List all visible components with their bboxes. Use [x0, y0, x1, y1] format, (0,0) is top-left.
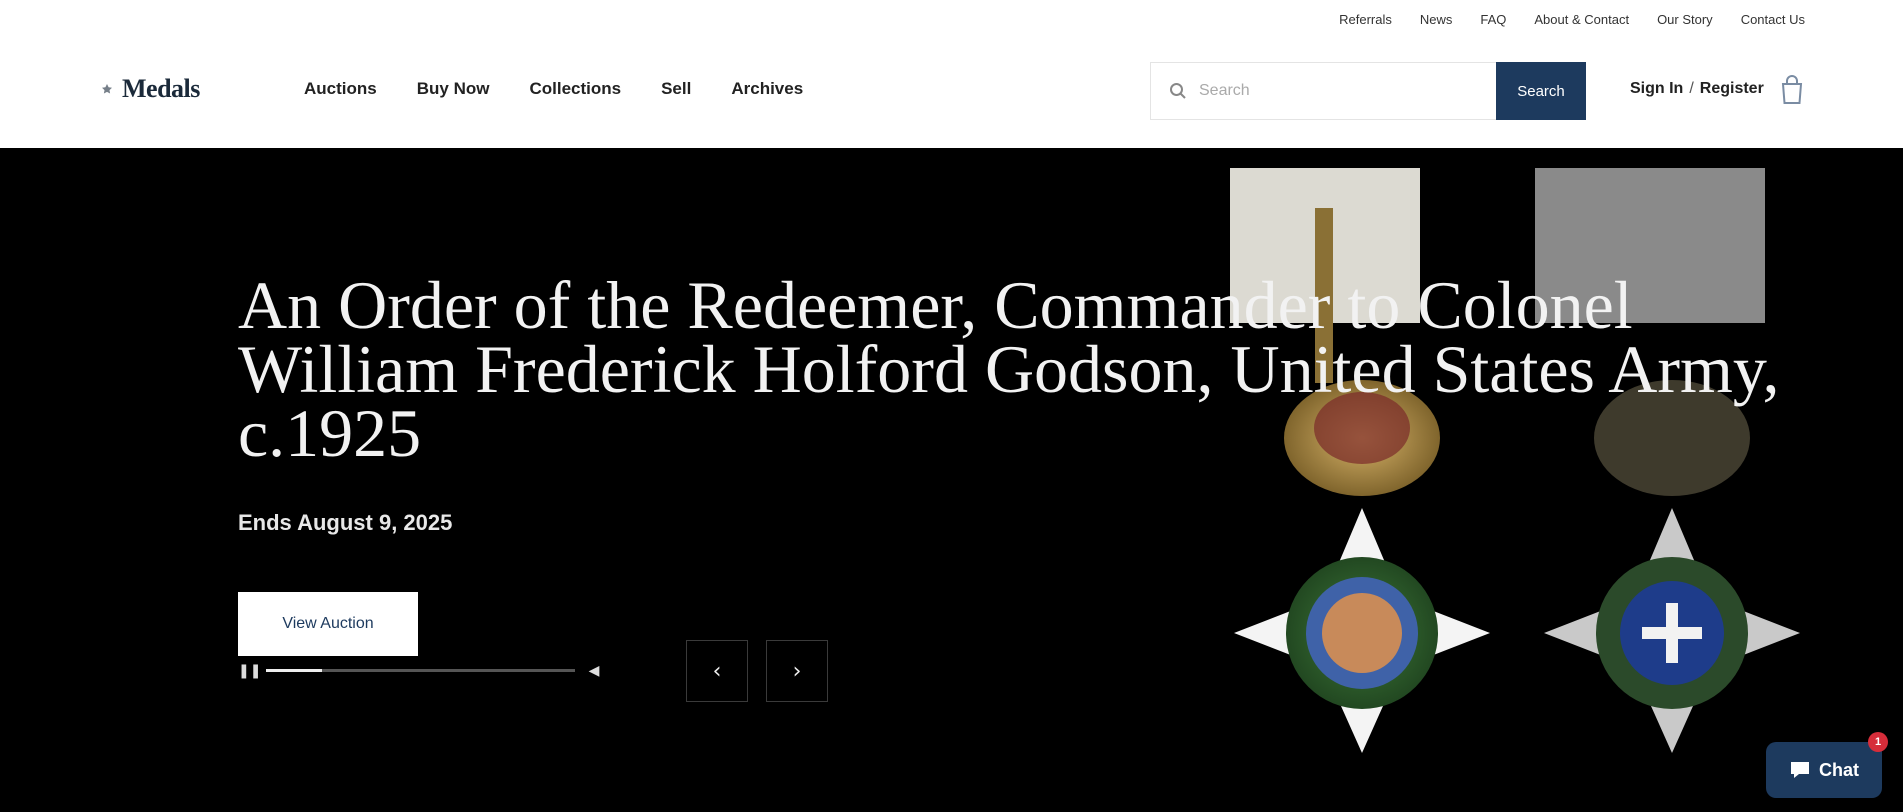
- previous-slide-button[interactable]: ‹: [686, 640, 748, 702]
- search-input[interactable]: [1199, 82, 1459, 100]
- cart-icon[interactable]: [1778, 74, 1806, 106]
- utility-link-faq[interactable]: FAQ: [1480, 10, 1506, 30]
- utility-nav: Referrals News FAQ About & Contact Our S…: [1339, 10, 1805, 30]
- speaker-icon[interactable]: ◀: [585, 661, 603, 679]
- search-field[interactable]: [1150, 62, 1496, 120]
- pause-icon[interactable]: ❚❚: [238, 661, 261, 679]
- site-logo[interactable]: Medals: [96, 74, 200, 104]
- chat-label: Chat: [1819, 759, 1859, 780]
- chat-notification-badge: 1: [1868, 732, 1888, 752]
- utility-link-contact[interactable]: Contact Us: [1741, 10, 1805, 30]
- chat-bubble-icon: [1791, 762, 1809, 778]
- search-button[interactable]: Search: [1496, 62, 1586, 120]
- view-auction-button[interactable]: View Auction: [238, 592, 418, 656]
- medal-logo-icon: [101, 80, 112, 98]
- logo-text: Medals: [122, 74, 200, 103]
- progress-fill: [266, 668, 322, 672]
- next-slide-button[interactable]: ›: [766, 640, 828, 702]
- auth-links: Sign In / Register: [1630, 80, 1764, 98]
- nav-collections[interactable]: Collections: [529, 78, 621, 100]
- site-header: Referrals News FAQ About & Contact Our S…: [0, 0, 1903, 148]
- slide-progress: ❚❚ ◀: [238, 658, 603, 682]
- search-icon: [1170, 83, 1186, 99]
- nav-archives[interactable]: Archives: [731, 78, 803, 100]
- nav-buy-now[interactable]: Buy Now: [417, 78, 490, 100]
- auction-end-date: Ends August 9, 2025: [238, 510, 453, 535]
- utility-link-news[interactable]: News: [1420, 10, 1453, 30]
- hero-banner: An Order of the Redeemer, Commander to C…: [0, 148, 1903, 812]
- search-bar: Search: [1150, 62, 1586, 120]
- chat-button[interactable]: Chat: [1766, 742, 1882, 798]
- auth-separator: /: [1689, 80, 1694, 97]
- utility-link-story[interactable]: Our Story: [1657, 10, 1713, 30]
- utility-link-about[interactable]: About & Contact: [1534, 10, 1629, 30]
- sign-in-link[interactable]: Sign In: [1630, 80, 1683, 98]
- main-nav: Auctions Buy Now Collections Sell Archiv…: [304, 78, 803, 100]
- hero-title: An Order of the Redeemer, Commander to C…: [238, 267, 1780, 471]
- register-link[interactable]: Register: [1700, 80, 1764, 98]
- utility-link-referrals[interactable]: Referrals: [1339, 10, 1392, 30]
- nav-auctions[interactable]: Auctions: [304, 78, 377, 100]
- progress-track: [266, 668, 575, 672]
- nav-sell[interactable]: Sell: [661, 78, 691, 100]
